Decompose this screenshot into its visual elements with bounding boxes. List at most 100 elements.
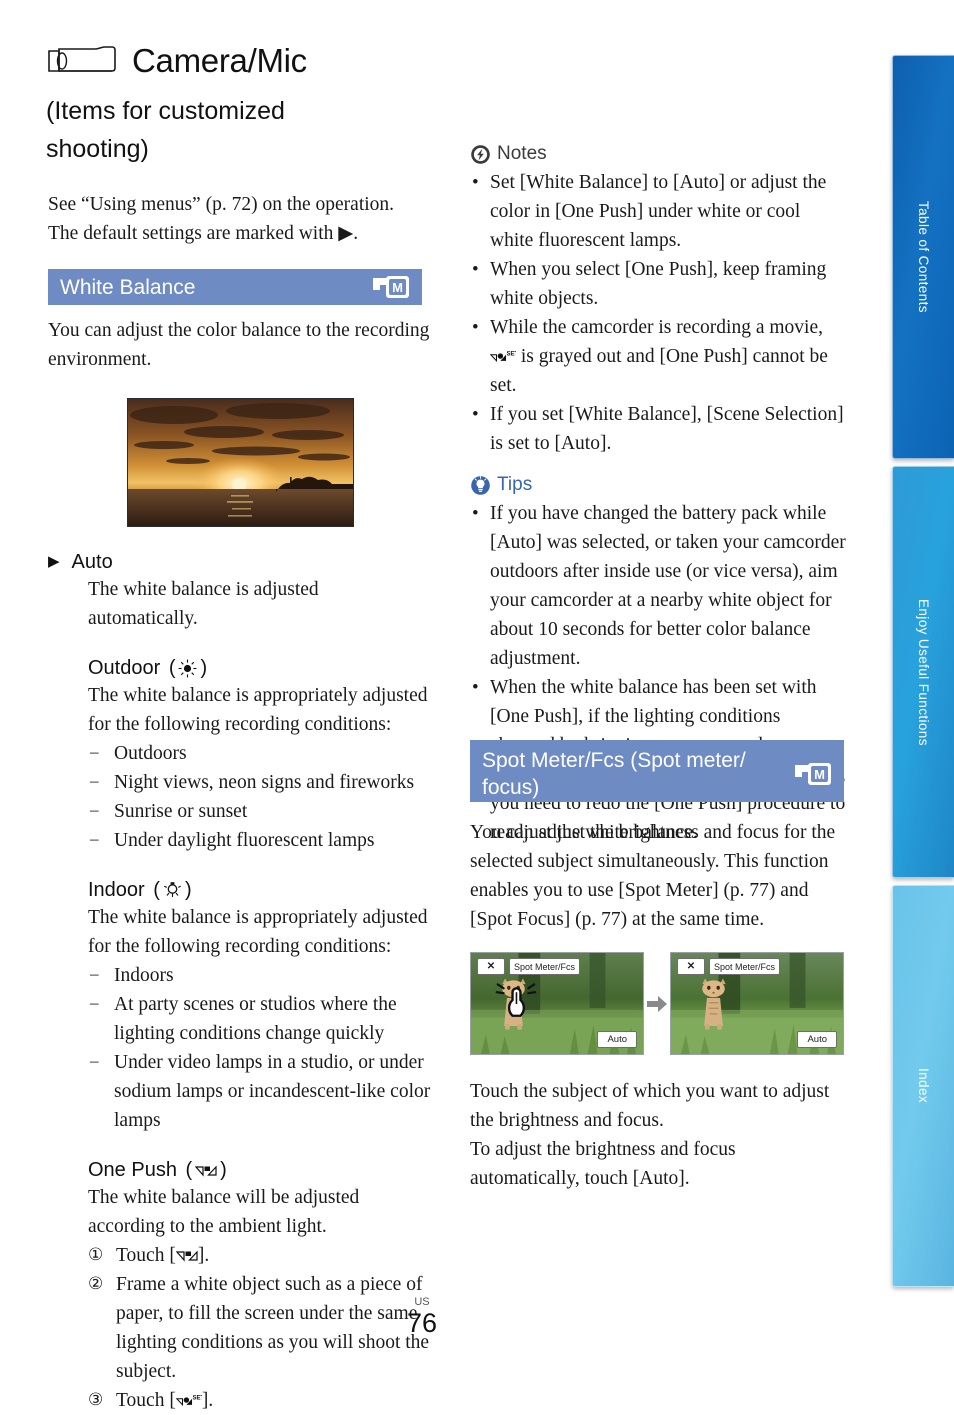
option-auto: ▶ Auto The white balance is adjusted aut…	[48, 549, 432, 633]
tips-bulb-icon	[470, 475, 491, 495]
list-item: While the camcorder is recording a movie…	[470, 313, 848, 400]
option-one-push-name: One Push	[88, 1159, 177, 1181]
section-title-white-balance: White Balance	[60, 275, 196, 299]
list-item: If you set [White Balance], [Scene Selec…	[470, 400, 848, 458]
close-icon[interactable]: ✕	[677, 958, 705, 975]
tab-table-of-contents-label: Table of Contents	[916, 201, 931, 313]
option-auto-head: ▶ Auto	[48, 549, 432, 575]
notes-lightning-icon	[471, 144, 490, 164]
list-item: At party scenes or studios where the lig…	[88, 988, 432, 1048]
list-item: When you select [One Push], keep framing…	[470, 255, 848, 313]
tab-enjoy-useful-functions-label: Enjoy Useful Functions	[916, 598, 931, 746]
intro-line-2a: The default settings are marked with	[48, 223, 339, 244]
spot-meter-outro-line-2: To adjust the brightness and focus autom…	[470, 1139, 736, 1189]
intro-line-1: See “Using menus” (p. 72) on the operati…	[48, 194, 395, 215]
intro-line-2b: .	[353, 223, 359, 244]
tips-label: Tips	[497, 474, 533, 495]
option-one-push-paren-close: )	[220, 1159, 227, 1181]
left-column: You can adjust the color balance to the …	[48, 316, 432, 1415]
option-indoor-name: Indoor	[88, 879, 145, 901]
page-number: 76	[406, 1308, 438, 1338]
section-title-spot-meter: Spot Meter/Fcs (Spot meter/ focus)	[482, 749, 746, 799]
option-indoor-body: The white balance is appropriately adjus…	[88, 907, 428, 957]
region-label: US	[414, 1296, 430, 1308]
side-tab-strip: Table of Contents Enjoy Useful Functions…	[892, 55, 954, 1294]
sun-icon	[178, 658, 198, 678]
step-3-text-b: ].	[201, 1390, 214, 1411]
default-marker-icon: ▶	[48, 553, 60, 570]
tab-enjoy-useful-functions[interactable]: Enjoy Useful Functions	[892, 466, 954, 878]
close-icon[interactable]: ✕	[477, 958, 505, 975]
option-outdoor-head: Outdoor ( )	[88, 655, 432, 681]
page-subtitle: (Items for customized shooting)	[46, 97, 285, 163]
page-title: Camera/Mic	[46, 42, 307, 80]
option-outdoor-paren-close: )	[200, 657, 208, 679]
screenshot-title-label: Spot Meter/Fcs	[709, 958, 781, 975]
option-outdoor: Outdoor ( ) The white balance is appropr…	[48, 655, 432, 855]
option-one-push-head: One Push ( )	[88, 1157, 432, 1183]
note-text: While the camcorder is recording a movie…	[490, 317, 823, 338]
auto-button[interactable]: Auto	[597, 1031, 637, 1048]
tab-index-label: Index	[916, 1068, 931, 1104]
option-outdoor-body: The white balance is appropriately adjus…	[88, 685, 428, 735]
sunset-over-ocean-photo	[126, 398, 354, 527]
spot-meter-screenshots: ✕ Spot Meter/Fcs Auto ✕ Spot Meter/Fcs A…	[470, 952, 848, 1055]
step-1: ① Touch [].	[88, 1241, 432, 1270]
kitten-touch-screenshot: ✕ Spot Meter/Fcs Auto	[470, 952, 644, 1055]
step-3-number: ③	[88, 1390, 104, 1410]
option-auto-name: Auto	[71, 551, 113, 573]
manual-page: Camera/Mic (Items for customized shootin…	[0, 0, 954, 1411]
tips-callout-header: Tips	[470, 474, 848, 496]
manual-mode-icon	[795, 763, 831, 785]
white-balance-set-icon	[490, 351, 516, 362]
option-one-push-body: The white balance will be adjusted accor…	[88, 1187, 360, 1237]
option-auto-body: The white balance is adjusted automatica…	[88, 579, 319, 629]
option-one-push-paren-open: (	[179, 1159, 193, 1181]
page-title-text: Camera/Mic	[132, 42, 307, 79]
kitten-result-screenshot: ✕ Spot Meter/Fcs Auto	[670, 952, 844, 1055]
step-3: ③ Touch [].	[88, 1386, 432, 1415]
note-text-cont: is grayed out and [One Push] cannot be s…	[490, 346, 828, 396]
notes-label: Notes	[497, 143, 547, 164]
list-item: Outdoors	[88, 737, 432, 768]
option-one-push: One Push ( ) The white balance will be a…	[48, 1157, 432, 1415]
step-1-text-b: ].	[197, 1245, 210, 1266]
option-outdoor-paren-open: (	[163, 657, 176, 679]
section-header-spot-meter: Spot Meter/Fcs (Spot meter/ focus)	[470, 740, 844, 802]
list-item: Night views, neon signs and fireworks	[88, 766, 432, 797]
spot-meter-intro: You can adjust the brightness and focus …	[470, 822, 836, 930]
list-item: Under video lamps in a studio, or under …	[88, 1046, 432, 1135]
screenshot-title-label: Spot Meter/Fcs	[509, 958, 581, 975]
list-item: If you have changed the battery pack whi…	[470, 499, 848, 673]
note-text: Set [White Balance] to [Auto] or adjust …	[490, 172, 827, 251]
step-1-number: ①	[88, 1245, 104, 1265]
list-item: Set [White Balance] to [Auto] or adjust …	[470, 168, 848, 255]
light-bulb-icon	[163, 881, 182, 898]
option-outdoor-list: Outdoors Night views, neon signs and fir…	[88, 737, 432, 855]
option-indoor-body-wrap: The white balance is appropriately adjus…	[88, 903, 432, 1135]
intro-paragraph: See “Using menus” (p. 72) on the operati…	[48, 190, 430, 248]
option-indoor: Indoor ( ) The white balance is appropri…	[48, 877, 432, 1135]
step-3-text-a: Touch [	[116, 1390, 176, 1411]
option-indoor-paren-open: (	[147, 879, 160, 901]
notes-list: Set [White Balance] to [Auto] or adjust …	[470, 168, 848, 458]
white-balance-set-icon	[176, 1395, 202, 1406]
tab-index[interactable]: Index	[892, 885, 954, 1287]
manual-mode-icon	[373, 276, 409, 298]
notes-callout-header: Notes	[470, 143, 848, 165]
option-indoor-head: Indoor ( )	[88, 877, 432, 903]
option-outdoor-body-wrap: The white balance is appropriately adjus…	[88, 681, 432, 855]
list-item: Under daylight fluorescent lamps	[88, 824, 432, 855]
auto-button[interactable]: Auto	[797, 1031, 837, 1048]
white-balance-icon	[195, 1165, 217, 1176]
list-item: Indoors	[88, 959, 432, 990]
note-text: When you select [One Push], keep framing…	[490, 259, 827, 309]
spot-meter-outro: Touch the subject of which you want to a…	[470, 1077, 848, 1193]
list-item: Sunrise or sunset	[88, 795, 432, 826]
option-indoor-list: Indoors At party scenes or studios where…	[88, 959, 432, 1135]
white-balance-intro: You can adjust the color balance to the …	[48, 320, 430, 370]
white-balance-icon	[176, 1250, 198, 1261]
page-footer: US 76	[0, 1296, 954, 1338]
tab-table-of-contents[interactable]: Table of Contents	[892, 55, 954, 459]
option-indoor-paren-close: )	[184, 879, 192, 901]
